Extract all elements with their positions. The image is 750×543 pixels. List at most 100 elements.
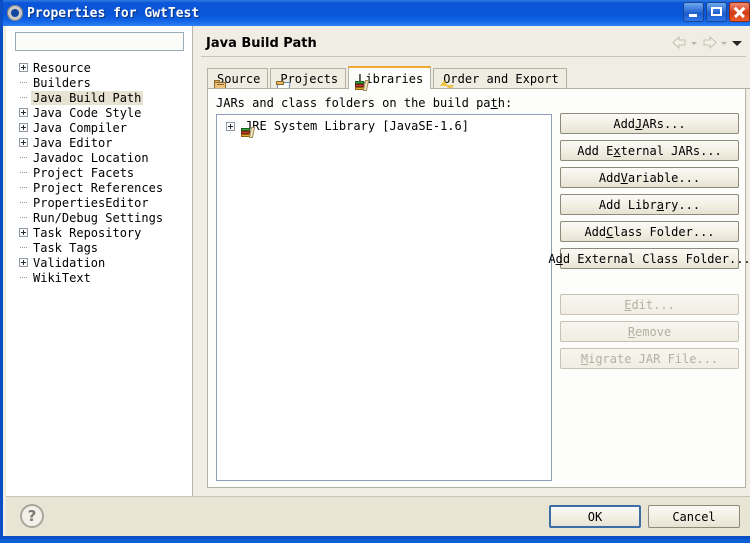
expand-icon[interactable] [19,258,28,267]
tree-leaf-icon [19,168,28,177]
sidebar-item-java-build-path[interactable]: Java Build Path [6,90,192,105]
button-label-pre: Add [598,170,621,185]
back-history-chevron-down-icon[interactable] [690,36,699,50]
sidebar-item-javadoc-location[interactable]: Javadoc Location [6,150,192,165]
sidebar-item-label: Java Build Path [31,90,144,105]
button-label-post: emove [635,324,672,339]
tab-libraries[interactable]: Libraries [348,66,432,91]
page-title: Java Build Path [206,35,317,51]
sidebar-item-label: Run/Debug Settings [33,210,164,225]
sidebar-item-label: Project Facets [33,165,135,180]
sidebar-item-java-compiler[interactable]: Java Compiler [6,120,192,135]
button-label-post: ARs... [642,116,686,131]
sidebar-item-wikitext[interactable]: WikiText [6,270,192,285]
window-controls [683,2,750,22]
view-menu-icon[interactable] [731,36,744,50]
settings-sidebar: Resource Builders Java Build Path Java Code… [6,26,192,496]
button-label-mnemonic: M [580,351,589,366]
tab-projects[interactable]: Projects [270,68,347,91]
help-icon[interactable]: ? [20,504,44,528]
sidebar-item-builders[interactable]: Builders [6,75,192,90]
page-header: Java Build Path [197,30,750,56]
pane-caption-text: JARs and class folders on the build pa [216,96,491,110]
button-label-post: dit... [631,297,675,312]
button-label-pre: A [548,251,556,266]
expand-icon[interactable] [226,121,235,131]
ok-button[interactable]: OK [549,505,641,528]
sidebar-item-label: Java Code Style [33,105,142,120]
button-label-mnemonic: V [620,170,628,185]
sidebar-item-project-facets[interactable]: Project Facets [6,165,192,180]
remove-button: Remove [560,321,739,342]
back-arrow-icon[interactable] [671,35,688,50]
button-label-mnemonic: d [555,251,563,266]
sidebar-item-propertieseditor[interactable]: PropertiesEditor [6,195,192,210]
sidebar-item-java-editor[interactable]: Java Editor [6,135,192,150]
cancel-button[interactable]: Cancel [648,505,740,528]
pane-caption-post: h: [497,96,513,110]
tree-leaf-icon [19,93,28,102]
button-label-pre: Add [613,116,636,131]
sidebar-item-run-debug-settings[interactable]: Run/Debug Settings [6,210,192,225]
expand-icon[interactable] [19,123,28,132]
expand-icon[interactable] [19,228,28,237]
sidebar-item-java-code-style[interactable]: Java Code Style [6,105,192,120]
add-variable-button[interactable]: Add Variable... [560,167,739,188]
button-label-mnemonic: x [613,143,621,158]
filter-input[interactable] [15,32,184,51]
sidebar-item-task-repository[interactable]: Task Repository [6,225,192,240]
sidebar-item-label: Project References [33,180,164,195]
sidebar-item-label: Task Repository [33,225,142,240]
expand-icon[interactable] [19,63,28,72]
tree-leaf-icon [19,78,28,87]
button-label-post: ariable... [627,170,701,185]
sidebar-item-label: WikiText [33,270,91,285]
tab-order-and-export[interactable]: Order and Export [433,68,567,91]
tree-leaf-icon [19,243,28,252]
sidebar-item-label: PropertiesEditor [33,195,149,210]
build-path-list[interactable]: JRE System Library [JavaSE-1.6] [216,114,552,481]
settings-tree[interactable]: Resource Builders Java Build Path Java Code… [6,58,192,496]
button-label-post: lass Folder... [613,224,715,239]
button-label-post: ry... [663,197,701,212]
header-separator [201,56,746,57]
button-label-pre: Add Libr [598,197,657,212]
list-item[interactable]: JRE System Library [JavaSE-1.6] [217,118,551,138]
add-external-jars-button[interactable]: Add Ex ternal JARs... [560,140,739,161]
add-library-button[interactable]: Add Libr a ry... [560,194,739,215]
pane-caption-mnemonic: t [490,96,498,110]
dialog-footer: ? OK Cancel [6,496,750,536]
dialog-body: Resource Builders Java Build Path Java Code… [6,26,750,496]
button-label-post: igrate JAR File... [588,351,719,366]
filter-wrapper [6,26,192,55]
sidebar-item-task-tags[interactable]: Task Tags [6,240,192,255]
tab-strip: Source Projects Libraries Order and Export [207,66,750,91]
sidebar-item-label: Builders [33,75,91,90]
forward-arrow-icon[interactable] [701,35,718,50]
page-panel: Java Build Path Source Projects Librarie… [197,26,750,496]
sidebar-item-label: Validation [33,255,106,270]
sidebar-item-label: Task Tags [33,240,99,255]
sidebar-item-project-references[interactable]: Project References [6,180,192,195]
tree-leaf-icon [19,213,28,222]
button-label-pre: Add [584,224,607,239]
tree-leaf-icon [19,198,28,207]
page-nav [671,35,744,50]
expand-icon[interactable] [19,138,28,147]
tab-label: Order and Export [443,72,559,86]
tab-source[interactable]: Source [207,68,269,91]
add-external-class-folder-button[interactable]: Add External Class Folder... [548,248,750,269]
sidebar-item-validation[interactable]: Validation [6,255,192,270]
tab-underline [207,88,750,89]
expand-icon[interactable] [19,108,28,117]
close-icon[interactable] [729,2,750,22]
tree-leaf-icon [19,153,28,162]
forward-history-chevron-down-icon[interactable] [720,36,729,50]
minimize-icon[interactable] [683,2,704,22]
add-jars-button[interactable]: Add J ARs... [560,113,739,134]
add-class-folder-button[interactable]: Add Class Folder... [560,221,739,242]
maximize-icon[interactable] [706,2,727,22]
window-titlebar[interactable]: Properties for GwtTest [3,0,750,26]
sidebar-item-resource[interactable]: Resource [6,60,192,75]
button-label-mnemonic: a [656,197,664,212]
